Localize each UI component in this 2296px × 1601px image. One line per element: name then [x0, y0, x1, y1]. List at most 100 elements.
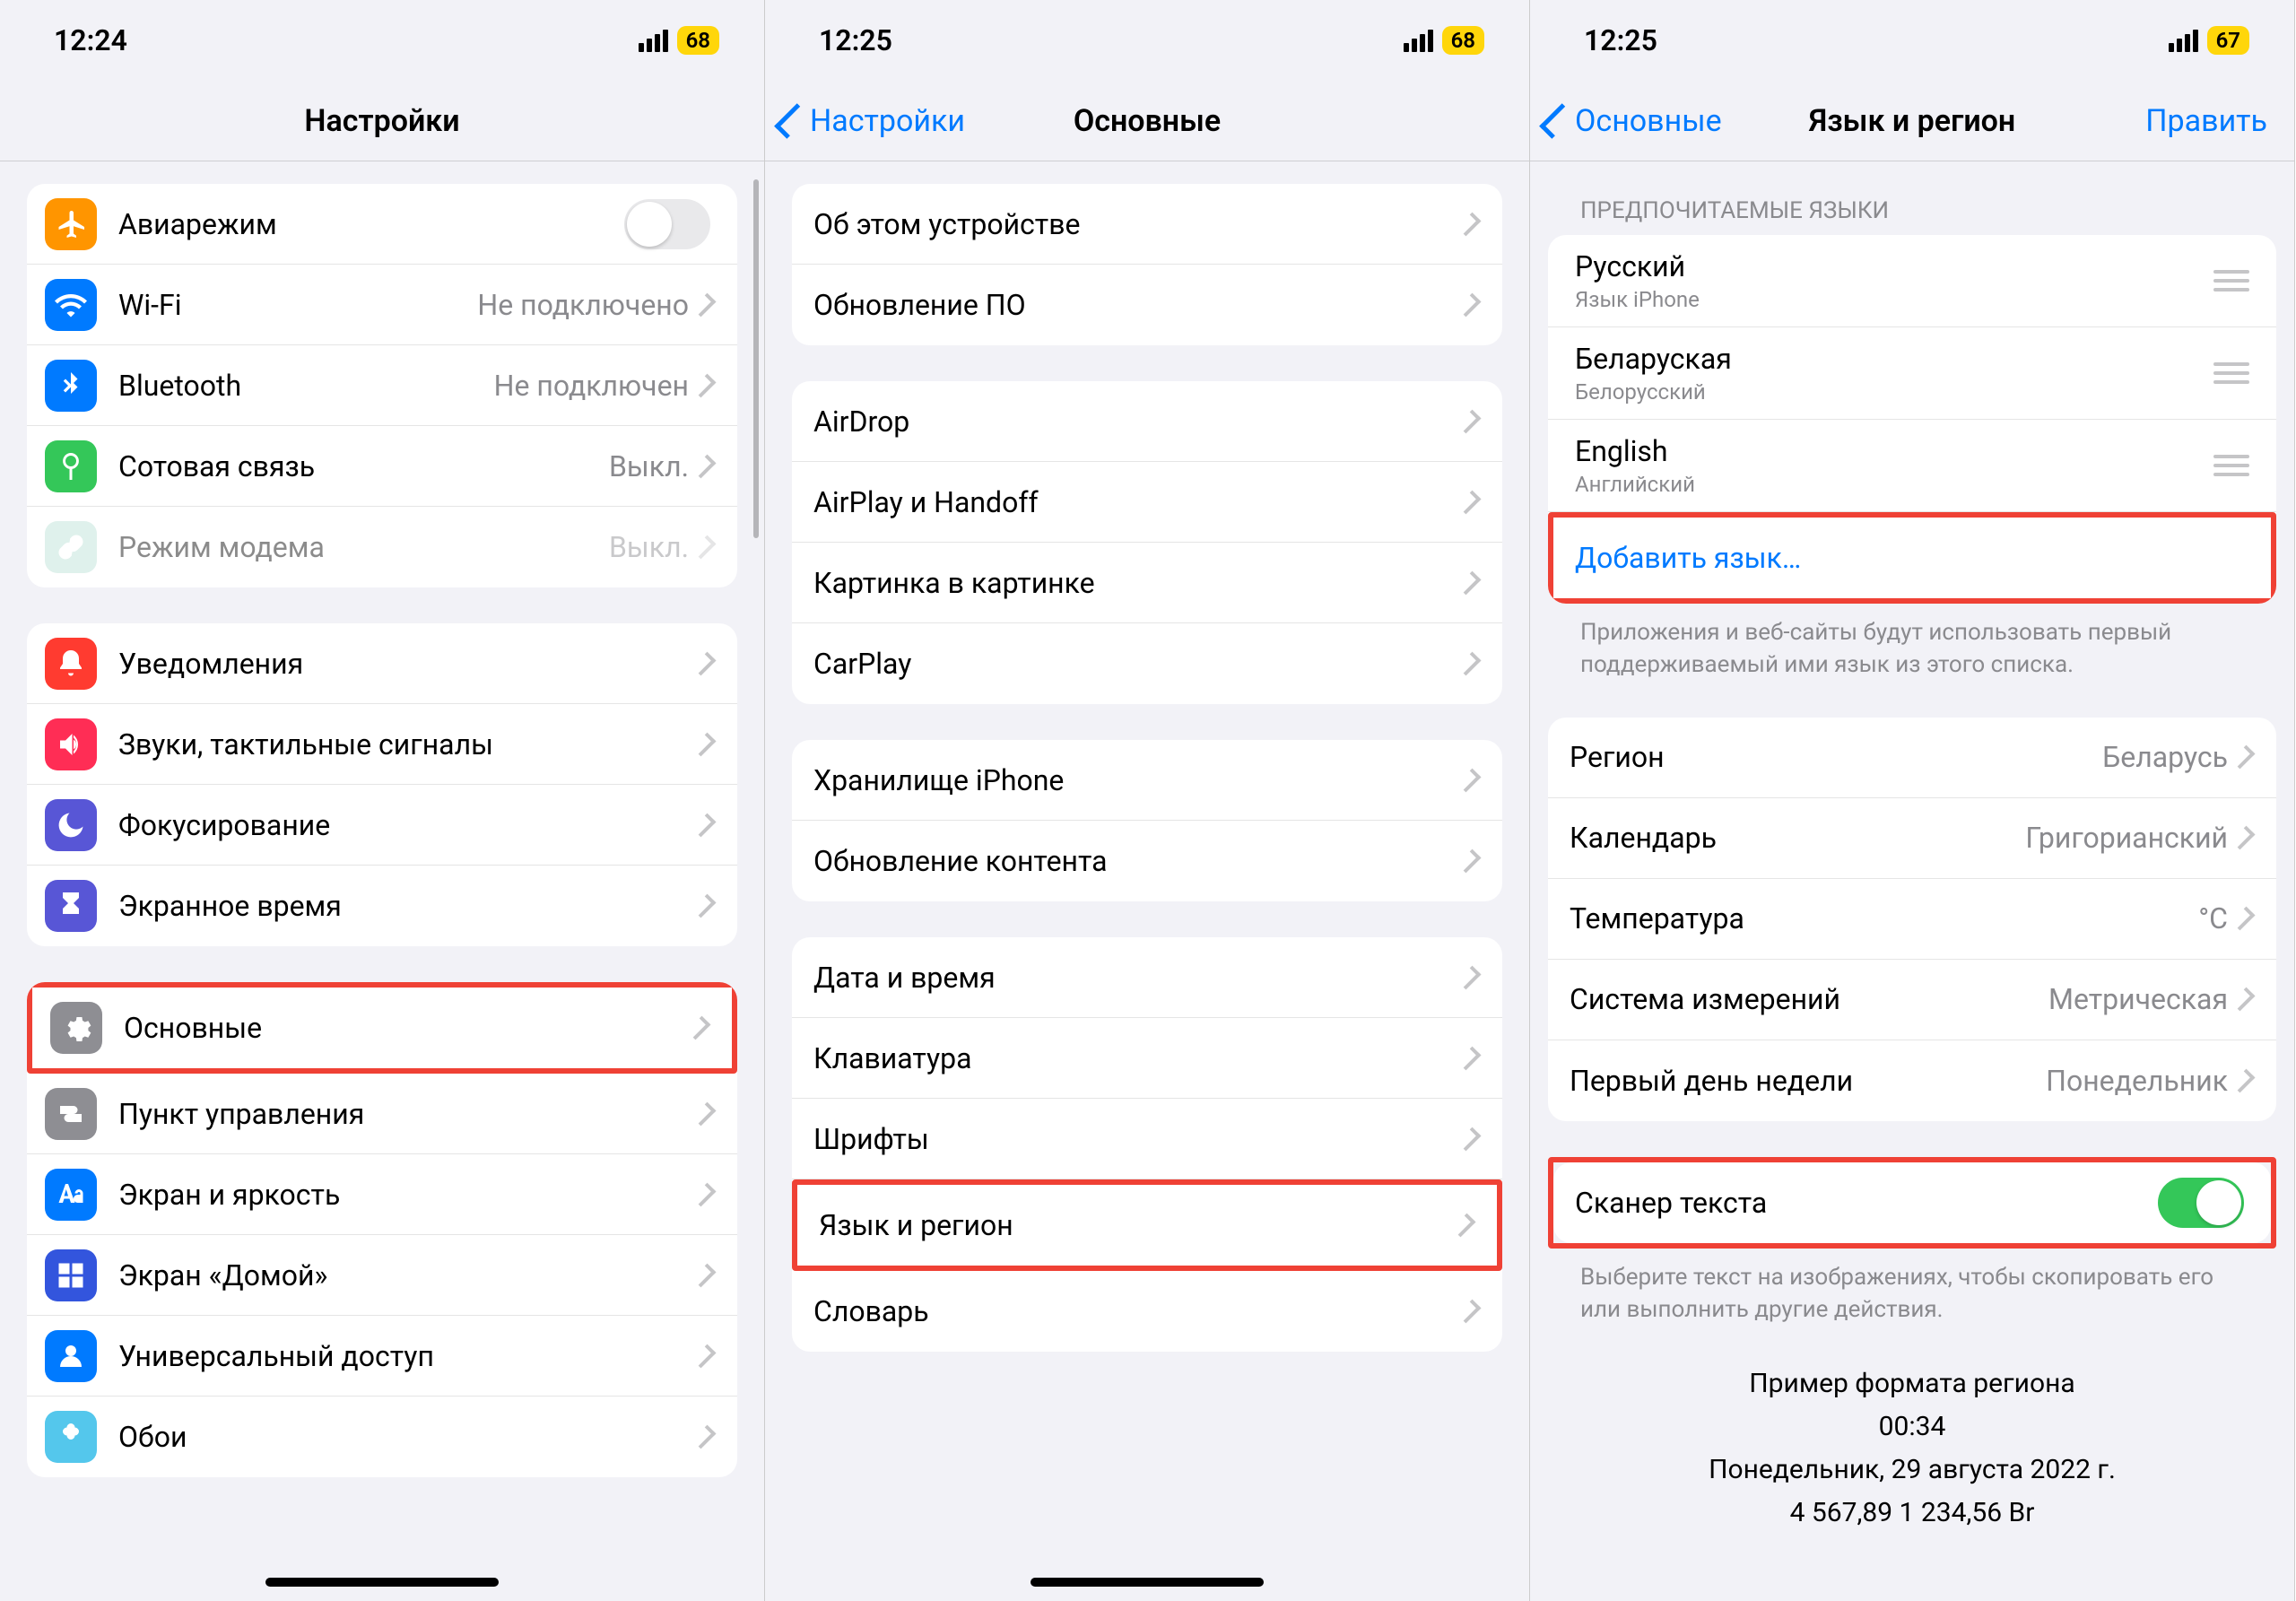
focus-label: Фокусирование [118, 808, 698, 842]
region-row[interactable]: Регион Беларусь [1548, 718, 2276, 798]
hotspot-row[interactable]: Режим модема Выкл. [27, 507, 737, 587]
airplane-label: Авиарежим [118, 207, 624, 241]
status-right: 68 [639, 26, 719, 55]
home-indicator[interactable] [1031, 1578, 1264, 1587]
back-button[interactable]: Настройки [783, 103, 965, 139]
temperature-row[interactable]: Температура °C [1548, 879, 2276, 960]
pip-label: Картинка в картинке [813, 566, 1463, 600]
add-language-label: Добавить язык… [1575, 541, 2244, 575]
about-group: Об этом устройстве Обновление ПО [792, 184, 1502, 345]
battery-level: 68 [677, 26, 719, 55]
wifi-row[interactable]: Wi-Fi Не подключено [27, 265, 737, 345]
about-row[interactable]: Об этом устройстве [792, 184, 1502, 265]
status-time: 12:24 [54, 23, 127, 57]
fonts-row[interactable]: Шрифты [792, 1099, 1502, 1179]
sounds-row[interactable]: Звуки, тактильные сигналы [27, 704, 737, 785]
edit-button[interactable]: Править [2145, 103, 2267, 139]
bluetooth-icon [45, 360, 97, 412]
pip-row[interactable]: Картинка в картинке [792, 543, 1502, 623]
scanner-highlight: Сканер текста [1548, 1157, 2276, 1249]
example-title: Пример формата региона [1548, 1362, 2276, 1405]
chevron-right-icon [2231, 988, 2256, 1012]
chevron-right-icon [2231, 826, 2256, 850]
language-row[interactable]: Язык и регион [797, 1185, 1497, 1266]
display-row[interactable]: Экран и яркость [27, 1154, 737, 1235]
bluetooth-row[interactable]: Bluetooth Не подключен [27, 345, 737, 426]
language-label: Язык и регион [819, 1208, 1457, 1242]
airdrop-label: AirDrop [813, 405, 1463, 439]
battery-level: 68 [1442, 26, 1484, 55]
measure-value: Метрическая [2048, 982, 2228, 1016]
accessibility-row[interactable]: Универсальный доступ [27, 1316, 737, 1397]
carplay-label: CarPlay [813, 647, 1463, 681]
datetime-row[interactable]: Дата и время [792, 937, 1502, 1018]
storage-label: Хранилище iPhone [813, 763, 1463, 797]
signal-icon [639, 30, 668, 52]
scrollbar[interactable] [753, 179, 759, 538]
chevron-right-icon [2231, 1068, 2256, 1092]
back-button[interactable]: Основные [1548, 103, 1722, 139]
language-name: Беларуская [1575, 342, 2213, 376]
language-region-screen: 12:25 67 Основные Язык и регион Править … [1530, 0, 2295, 1601]
language-row-1[interactable]: Беларуская Белорусский [1548, 327, 2276, 420]
language-name: Русский [1575, 249, 2213, 283]
cellular-label: Сотовая связь [118, 449, 609, 483]
nav-bar: Настройки Основные [765, 81, 1529, 161]
general-label: Основные [124, 1011, 692, 1045]
drag-handle-icon[interactable] [2213, 270, 2249, 291]
preferred-languages-footer: Приложения и веб-сайты будут использоват… [1580, 616, 2244, 682]
drag-handle-icon[interactable] [2213, 362, 2249, 384]
bgrefresh-label: Обновление контента [813, 844, 1463, 878]
datetime-group: Дата и время Клавиатура Шрифты Язык и ре… [792, 937, 1502, 1352]
airdrop-row[interactable]: AirDrop [792, 381, 1502, 462]
carplay-row[interactable]: CarPlay [792, 623, 1502, 704]
display-label: Экран и яркость [118, 1178, 698, 1212]
screentime-row[interactable]: Экранное время [27, 866, 737, 946]
storage-row[interactable]: Хранилище iPhone [792, 740, 1502, 821]
language-content: Предпочитаемые языки Русский Язык iPhone… [1530, 161, 2294, 1601]
airplay-row[interactable]: AirPlay и Handoff [792, 462, 1502, 543]
language-row-2[interactable]: English Английский [1548, 420, 2276, 512]
airplane-row[interactable]: Авиарежим [27, 184, 737, 265]
text-scanner-label: Сканер текста [1575, 1186, 2158, 1220]
chevron-right-icon [692, 373, 717, 397]
notifications-row[interactable]: Уведомления [27, 623, 737, 704]
weekstart-row[interactable]: Первый день недели Понедельник [1548, 1040, 2276, 1121]
control-row[interactable]: Пункт управления [27, 1074, 737, 1154]
language-highlight: Язык и регион [792, 1179, 1502, 1271]
region-value: Беларусь [2102, 740, 2228, 774]
calendar-row[interactable]: Календарь Григорианский [1548, 798, 2276, 879]
add-language-row[interactable]: Добавить язык… [1553, 518, 2271, 598]
nav-bar: Настройки [0, 81, 764, 161]
drag-handle-icon[interactable] [2213, 455, 2249, 476]
bgrefresh-row[interactable]: Обновление контента [792, 821, 1502, 901]
language-name: English [1575, 434, 2213, 468]
language-sub: Белорусский [1575, 379, 2213, 405]
speaker-icon [45, 718, 97, 770]
keyboard-row[interactable]: Клавиатура [792, 1018, 1502, 1099]
language-row-0[interactable]: Русский Язык iPhone [1548, 235, 2276, 327]
hourglass-icon [45, 880, 97, 932]
home-row[interactable]: Экран «Домой» [27, 1235, 737, 1316]
update-row[interactable]: Обновление ПО [792, 265, 1502, 345]
cellular-row[interactable]: Сотовая связь Выкл. [27, 426, 737, 507]
general-row[interactable]: Основные [32, 988, 732, 1068]
scanner-group: Сканер текста [1553, 1162, 2271, 1243]
cellular-value: Выкл. [609, 449, 689, 483]
text-scanner-row[interactable]: Сканер текста [1553, 1162, 2271, 1243]
text-scanner-toggle[interactable] [2158, 1178, 2244, 1228]
general-group: Основные Пункт управления Экран и яркост… [27, 982, 737, 1477]
fonts-label: Шрифты [813, 1122, 1463, 1156]
measure-row[interactable]: Система измерений Метрическая [1548, 960, 2276, 1040]
focus-row[interactable]: Фокусирование [27, 785, 737, 866]
hotspot-label: Режим модема [118, 530, 609, 564]
dictionary-row[interactable]: Словарь [792, 1271, 1502, 1352]
wallpaper-row[interactable]: Обои [27, 1397, 737, 1477]
weekstart-label: Первый день недели [1570, 1064, 2046, 1098]
airplay-label: AirPlay и Handoff [813, 485, 1463, 519]
airplane-toggle[interactable] [624, 199, 710, 249]
scanner-footer: Выберите текст на изображениях, чтобы ск… [1580, 1261, 2244, 1327]
home-indicator[interactable] [265, 1578, 499, 1587]
example-number: 4 567,89 1 234,56 Br [1548, 1492, 2276, 1535]
signal-icon [1404, 30, 1433, 52]
